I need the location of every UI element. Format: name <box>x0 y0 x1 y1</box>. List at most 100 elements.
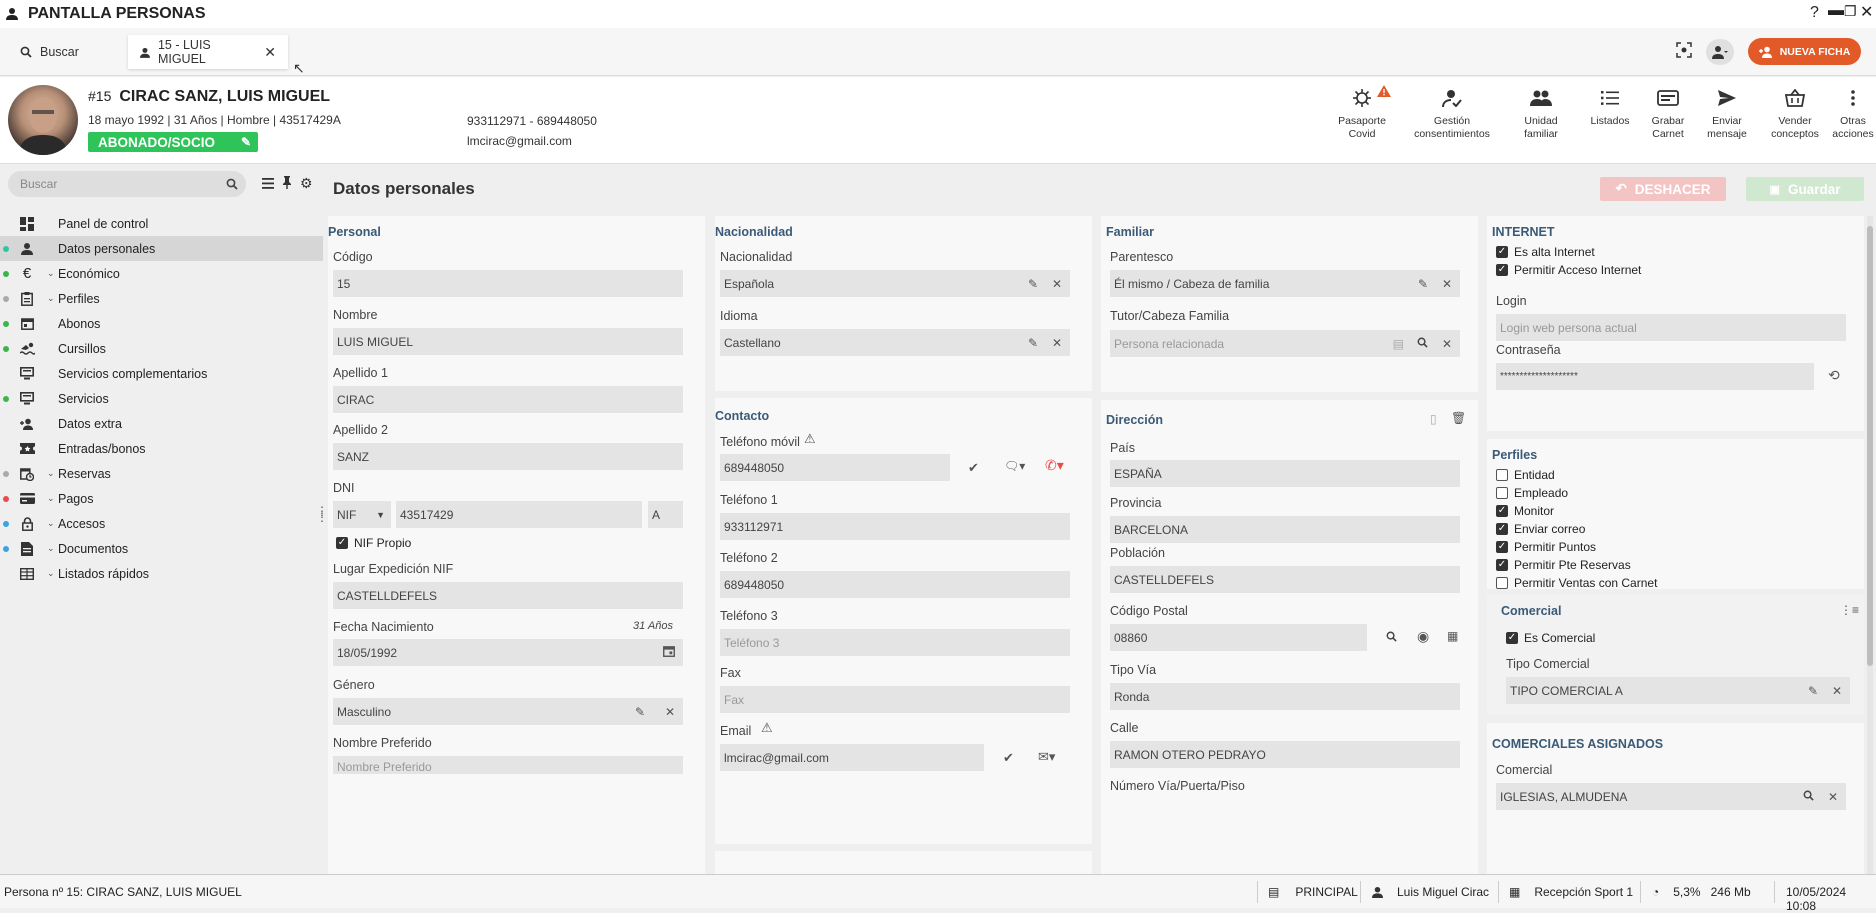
nombre-preferido-field[interactable]: Nombre Preferido <box>333 756 683 774</box>
comercial-field[interactable]: IGLESIAS, ALMUDENA ✕ <box>1496 783 1846 810</box>
sidebar-item-reservas[interactable]: ⌄ Reservas <box>0 461 323 486</box>
sidebar-item-servicios-complementarios[interactable]: Servicios complementarios <box>0 361 323 386</box>
search-icon[interactable] <box>1386 631 1397 645</box>
gear-icon[interactable]: ⚙ <box>300 175 313 192</box>
family-unit-button[interactable]: Unidad familiar <box>1506 87 1576 141</box>
nif-propio-checkbox[interactable]: ✓ NIF Propio <box>336 536 411 550</box>
clear-icon[interactable]: ✕ <box>1442 277 1452 291</box>
sidebar-item-accesos[interactable]: ⌄ Accesos <box>0 511 323 536</box>
sidebar-item-economico[interactable]: € ⌄ Económico <box>0 261 323 286</box>
telefono1-field[interactable]: 933112971 <box>720 513 1070 540</box>
edit-icon[interactable]: ✎ <box>1418 277 1428 291</box>
avatar[interactable] <box>8 85 78 155</box>
tipo-comercial-field[interactable]: TIPO COMERCIAL A ✎ ✕ <box>1506 677 1850 704</box>
telefono2-field[interactable]: 689448050 <box>720 571 1070 598</box>
perfil-checkbox[interactable]: Empleado <box>1496 486 1568 500</box>
consents-button[interactable]: Gestión consentimientos <box>1413 87 1491 141</box>
close-tab-icon[interactable]: ✕ <box>264 44 276 61</box>
nombre-field[interactable]: LUIS MIGUEL <box>333 328 683 355</box>
scrollbar[interactable] <box>1867 216 1873 874</box>
apellido1-field[interactable]: CIRAC <box>333 386 683 413</box>
person-tab[interactable]: 15 - LUIS MIGUEL ✕ <box>128 35 288 69</box>
edit-icon[interactable]: ✎ <box>635 705 645 719</box>
sidebar-item-datos-extra[interactable]: Datos extra <box>0 411 323 436</box>
fax-field[interactable]: Fax <box>720 686 1070 713</box>
clear-icon[interactable]: ✕ <box>1832 684 1842 698</box>
poblacion-field[interactable]: CASTELLDEFELS <box>1110 566 1460 593</box>
search-icon[interactable] <box>1803 790 1814 804</box>
pais-field[interactable]: ESPAÑA <box>1110 460 1460 487</box>
calendar-icon[interactable] <box>663 645 675 660</box>
idioma-field[interactable]: Castellano ✎ ✕ <box>720 329 1070 356</box>
sidebar-item-pagos[interactable]: ⌄ Pagos <box>0 486 323 511</box>
tipo-via-field[interactable]: Ronda <box>1110 683 1460 710</box>
dni-type-select[interactable]: NIF ▼ <box>333 501 391 528</box>
sidebar-item-documentos[interactable]: ⌄ Documentos <box>0 536 323 561</box>
menu-icon[interactable] <box>262 177 274 192</box>
provincia-field[interactable]: BARCELONA <box>1110 516 1460 543</box>
sms-icon[interactable]: 🗨▾ <box>1004 459 1025 473</box>
undo-button[interactable]: ↶ DESHACER <box>1600 177 1726 201</box>
building-icon[interactable]: ▦ <box>1447 629 1458 643</box>
covid-passport-button[interactable]: Pasaporte Covid <box>1327 85 1397 141</box>
sidebar-item-abonos[interactable]: Abonos <box>0 311 323 336</box>
sidebar-item-panel-control[interactable]: Panel de control <box>0 211 323 236</box>
new-record-button[interactable]: NUEVA FICHA <box>1748 38 1861 65</box>
hierarchy-icon[interactable]: ⋮≡ <box>1840 603 1859 617</box>
clear-icon[interactable]: ✕ <box>1828 790 1838 804</box>
nacionalidad-field[interactable]: Española ✎ ✕ <box>720 270 1070 297</box>
clear-icon[interactable]: ✕ <box>1052 336 1062 350</box>
login-field[interactable]: Login web persona actual <box>1496 314 1846 341</box>
minimize-icon[interactable]: ▬ <box>1828 2 1844 20</box>
edit-icon[interactable]: ✎ <box>1808 684 1818 698</box>
check-icon[interactable]: ✔ <box>1003 750 1014 766</box>
apellido2-field[interactable]: SANZ <box>333 443 683 470</box>
perfil-checkbox[interactable]: ✓ Permitir Pte Reservas <box>1496 558 1631 572</box>
search-icon[interactable] <box>1417 337 1428 351</box>
map-icon[interactable]: ▯ <box>1430 412 1437 426</box>
movil-field[interactable]: 689448050 <box>720 454 950 481</box>
clear-icon[interactable]: ✕ <box>1442 337 1452 351</box>
id-card-icon[interactable]: ▤ <box>1393 337 1404 351</box>
sidebar-search-input[interactable]: Buscar <box>8 171 246 197</box>
search-tab[interactable]: Buscar <box>8 35 124 69</box>
password-field[interactable]: ******************** <box>1496 363 1814 390</box>
email-icon[interactable]: ✉▾ <box>1038 749 1055 765</box>
reset-password-icon[interactable]: ⟲ <box>1828 367 1840 384</box>
pin-icon[interactable] <box>282 176 292 192</box>
sidebar-item-servicios[interactable]: Servicios <box>0 386 323 411</box>
close-window-icon[interactable]: ✕ <box>1860 2 1873 22</box>
dni-number-field[interactable]: 43517429 <box>396 501 642 528</box>
email-field[interactable]: lmcirac@gmail.com <box>720 744 984 771</box>
whatsapp-icon[interactable]: ✆▾ <box>1045 457 1064 474</box>
perfil-checkbox[interactable]: Permitir Ventas con Carnet <box>1496 576 1657 590</box>
fecha-field[interactable]: 18/05/1992 <box>333 639 683 666</box>
check-icon[interactable]: ✔ <box>968 460 979 476</box>
alta-internet-checkbox[interactable]: ✓ Es alta Internet <box>1496 245 1595 259</box>
perfil-checkbox[interactable]: Entidad <box>1496 468 1555 482</box>
scrollbar-thumb[interactable] <box>1867 226 1873 666</box>
perfil-checkbox[interactable]: ✓ Enviar correo <box>1496 522 1585 536</box>
lugar-field[interactable]: CASTELLDEFELS <box>333 582 683 609</box>
edit-badge-icon[interactable]: ✎ <box>241 135 251 149</box>
tutor-field[interactable]: Persona relacionada ▤ ✕ <box>1110 330 1460 357</box>
restore-icon[interactable]: ❐ <box>1844 3 1857 20</box>
delete-address-icon[interactable]: 🗑 <box>1451 411 1466 425</box>
clear-icon[interactable]: ✕ <box>1052 277 1062 291</box>
sidebar-item-entradas-bonos[interactable]: Entradas/bonos <box>0 436 323 461</box>
parentesco-field[interactable]: Él mismo / Cabeza de familia ✎ ✕ <box>1110 270 1460 297</box>
more-actions-button[interactable]: Otras acciones <box>1818 87 1876 141</box>
codigo-field[interactable]: 15 <box>333 270 683 297</box>
perfil-checkbox[interactable]: ✓ Monitor <box>1496 504 1554 518</box>
codigo-postal-field[interactable]: 08860 <box>1110 624 1367 651</box>
sidebar-item-cursillos[interactable]: Cursillos <box>0 336 323 361</box>
perfil-checkbox[interactable]: ✓ Permitir Puntos <box>1496 540 1596 554</box>
edit-icon[interactable]: ✎ <box>1028 277 1038 291</box>
location-icon[interactable]: ◉ <box>1417 628 1429 645</box>
sidebar-item-datos-personales[interactable]: Datos personales <box>0 236 323 261</box>
sidebar-item-listados-rapidos[interactable]: ⌄ Listados rápidos <box>0 561 323 586</box>
es-comercial-checkbox[interactable]: ✓ Es Comercial <box>1506 631 1595 645</box>
telefono3-field[interactable]: Teléfono 3 <box>720 629 1070 656</box>
clear-icon[interactable]: ✕ <box>665 705 675 719</box>
member-badge[interactable]: ABONADO/SOCIO ✎ <box>88 132 258 152</box>
